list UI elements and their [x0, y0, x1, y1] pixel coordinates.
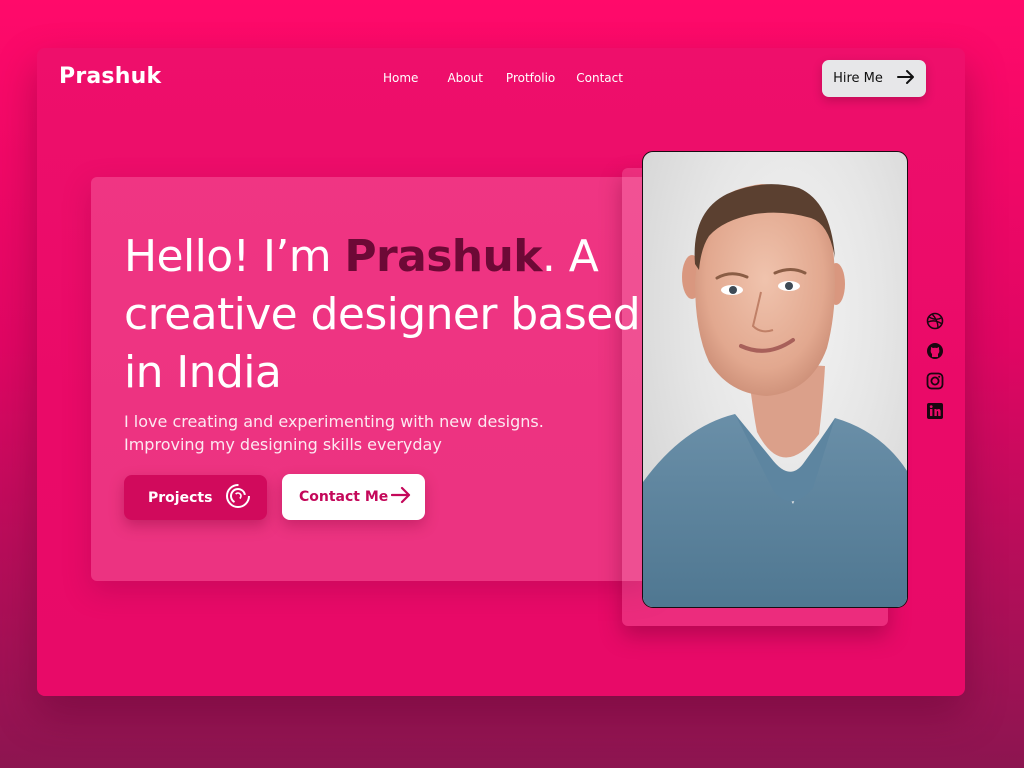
headline-prefix: Hello! I’m [124, 231, 345, 282]
portrait-photo [642, 151, 908, 608]
subtitle-line-2: Improving my designing skills everyday [124, 435, 442, 454]
arrow-right-icon [390, 486, 411, 508]
top-nav: Home About Protfolio Contact [383, 71, 645, 85]
spinner-icon [225, 483, 251, 513]
subtitle-line-1: I love creating and experimenting with n… [124, 412, 544, 431]
linkedin-icon[interactable] [926, 402, 944, 420]
social-links [926, 312, 944, 420]
headline-name: Prashuk [344, 231, 542, 282]
contact-me-label: Contact Me [299, 489, 389, 505]
site-logo[interactable]: Prashuk [59, 64, 161, 89]
person-portrait-illustration [643, 184, 907, 607]
projects-label: Projects [148, 489, 213, 506]
hero-subtitle: I love creating and experimenting with n… [124, 410, 624, 456]
github-icon[interactable] [926, 342, 944, 360]
arrow-right-icon [896, 69, 915, 89]
dribbble-icon[interactable] [926, 312, 944, 330]
contact-me-button[interactable]: Contact Me [282, 474, 425, 520]
nav-about[interactable]: About [447, 71, 482, 85]
hire-me-button[interactable]: Hire Me [822, 60, 926, 97]
hero-headline: Hello! I’m Prashuk. A creative designer … [124, 228, 644, 402]
nav-home[interactable]: Home [383, 71, 418, 85]
hire-me-label: Hire Me [833, 71, 883, 86]
projects-button[interactable]: Projects [124, 475, 267, 520]
instagram-icon[interactable] [926, 372, 944, 390]
nav-portfolio[interactable]: Protfolio [506, 71, 555, 85]
nav-contact[interactable]: Contact [576, 71, 623, 85]
